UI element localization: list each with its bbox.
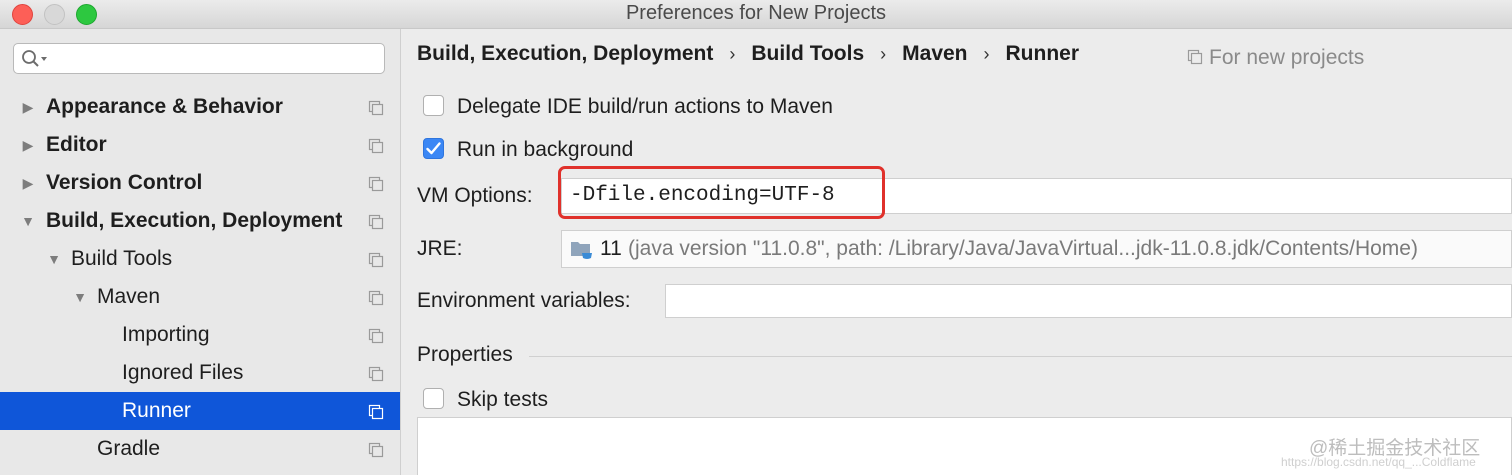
breadcrumb-separator: › — [880, 44, 887, 64]
sidebar-item-label: Appearance & Behavior — [46, 95, 283, 118]
expanded-arrow-icon[interactable]: ▼ — [20, 202, 36, 240]
jre-select[interactable]: 11 (java version "11.0.8", path: /Librar… — [561, 230, 1512, 268]
settings-sidebar: ▶ Appearance & Behavior ▶ Editor ▶ Version Co… — [0, 29, 401, 475]
sidebar-item[interactable]: ▶ Appearance & Behavior — [0, 88, 400, 126]
project-scope-icon — [368, 138, 384, 154]
breadcrumb-item: Maven — [902, 42, 968, 65]
sidebar-item[interactable]: Runner — [0, 392, 400, 430]
delegate-build-checkbox[interactable] — [423, 95, 444, 116]
sidebar-item[interactable]: ▼ Maven — [0, 278, 400, 316]
scope-indicator: For new projects — [1187, 46, 1364, 70]
runner-settings-panel: Build, Execution, Deployment › Build Tools… — [401, 29, 1512, 475]
run-in-background-checkbox[interactable] — [423, 138, 444, 159]
project-scope-icon — [368, 366, 384, 382]
delegate-build-label: Delegate IDE build/run actions to Maven — [457, 95, 833, 118]
sidebar-item[interactable]: ▶ Version Control — [0, 164, 400, 202]
properties-section-title: Properties — [417, 343, 513, 366]
project-scope-icon — [368, 290, 384, 306]
sidebar-item-label: Gradle — [97, 437, 161, 460]
sidebar-item[interactable]: Ignored Files — [0, 354, 400, 392]
breadcrumb-item: Build Tools — [751, 42, 865, 65]
project-scope-icon — [368, 404, 384, 420]
sidebar-item-label: Version Control — [46, 171, 203, 194]
section-divider — [529, 356, 1512, 357]
jre-path: (java version "11.0.8", path: /Library/J… — [628, 237, 1418, 260]
copy-icon — [1187, 49, 1203, 65]
sidebar-item[interactable]: Gradle — [0, 430, 400, 468]
sidebar-item[interactable]: ▶ Editor — [0, 126, 400, 164]
collapsed-arrow-icon[interactable]: ▶ — [20, 164, 36, 202]
breadcrumb-item: Build, Execution, Deployment — [417, 42, 714, 65]
skip-tests-label: Skip tests — [457, 388, 549, 411]
breadcrumb-separator: › — [983, 44, 990, 64]
vm-options-label: VM Options: — [417, 184, 533, 207]
collapsed-arrow-icon[interactable]: ▶ — [20, 126, 36, 164]
settings-search-box[interactable] — [13, 43, 385, 74]
checkmark-icon — [426, 142, 441, 155]
project-scope-icon — [368, 100, 384, 116]
watermark-url: https://blog.csdn.net/qq_...Coldflame — [1281, 455, 1476, 469]
settings-search-input[interactable] — [54, 47, 378, 72]
jre-label: JRE: — [417, 237, 463, 260]
title-bar: Preferences for New Projects — [0, 0, 1512, 29]
expanded-arrow-icon[interactable]: ▼ — [46, 240, 62, 278]
env-variables-label: Environment variables: — [417, 289, 631, 312]
sidebar-item[interactable]: ▼ Build Tools — [0, 240, 400, 278]
breadcrumb: Build, Execution, Deployment › Build Tools… — [417, 42, 1079, 66]
sidebar-item-label: Ignored Files — [122, 361, 244, 384]
jdk-folder-icon — [571, 242, 592, 259]
sidebar-item-label: Maven — [97, 285, 161, 308]
skip-tests-checkbox[interactable] — [423, 388, 444, 409]
sidebar-item-label: Build Tools — [71, 247, 173, 270]
breadcrumb-separator: › — [729, 44, 736, 64]
run-in-background-label: Run in background — [457, 138, 634, 161]
project-scope-icon — [368, 328, 384, 344]
project-scope-icon — [368, 252, 384, 268]
sidebar-item-label: Runner — [122, 399, 191, 422]
window-title: Preferences for New Projects — [625, 2, 887, 24]
sidebar-item-label: Build, Execution, Deployment — [46, 209, 343, 232]
sidebar-item-label: Importing — [122, 323, 210, 346]
collapsed-arrow-icon[interactable]: ▶ — [20, 88, 36, 126]
jre-version: 11 — [600, 237, 622, 260]
breadcrumb-item: Runner — [1005, 42, 1080, 65]
env-variables-input[interactable] — [665, 284, 1512, 318]
expanded-arrow-icon[interactable]: ▼ — [72, 278, 88, 316]
search-icon — [22, 50, 47, 67]
sidebar-item-label: Editor — [46, 133, 107, 156]
sidebar-item[interactable]: ▼ Build, Execution, Deployment — [0, 202, 400, 240]
project-scope-icon — [368, 442, 384, 458]
scope-label: For new projects — [1209, 46, 1365, 69]
sidebar-item[interactable]: Importing — [0, 316, 400, 354]
project-scope-icon — [368, 176, 384, 192]
vm-options-input[interactable]: -Dfile.encoding=UTF-8 — [561, 178, 1512, 214]
project-scope-icon — [368, 214, 384, 230]
